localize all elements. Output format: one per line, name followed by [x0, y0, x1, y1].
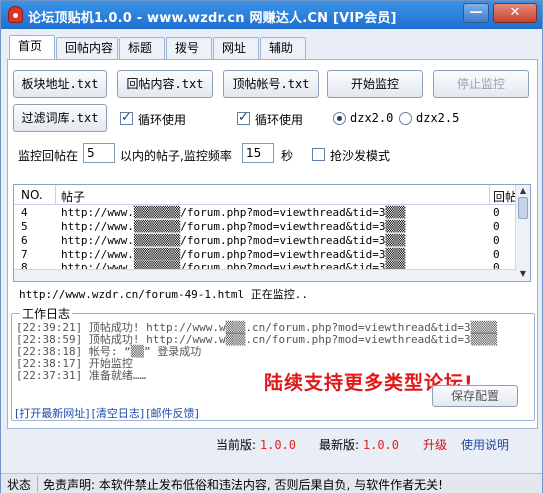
col-reply-header[interactable]: 回帖: [493, 188, 517, 205]
table-row[interactable]: 6 http://www.▒▒▒▒▒▒▒/forum.php?mod=viewt…: [14, 234, 517, 248]
row-no: 6: [21, 234, 28, 247]
table-header: NO. 帖子 回帖: [14, 185, 517, 205]
row-reply: 0: [493, 234, 500, 247]
log-line: [22:37:31] 准备就绪……: [16, 369, 147, 382]
loop-use-checkbox-2[interactable]: [237, 110, 250, 125]
tab-url[interactable]: 网址: [213, 37, 259, 60]
save-config-button[interactable]: 保存配置: [432, 385, 518, 407]
row-no: 4: [21, 206, 28, 219]
latest-version-label: 最新版:: [319, 438, 360, 452]
table-row[interactable]: 5 http://www.▒▒▒▒▒▒▒/forum.php?mod=viewt…: [14, 220, 517, 234]
row-reply: 0: [493, 206, 500, 219]
scroll-up-icon[interactable]: ▲: [518, 186, 528, 196]
clear-log-link[interactable]: [清空日志]: [92, 407, 145, 420]
sofa-mode-checkbox[interactable]: [312, 148, 325, 161]
current-version: 当前版: 1.0.0: [216, 436, 296, 453]
log-links: [打开最新网址] [清空日志] [邮件反馈]: [15, 405, 201, 421]
latest-version: 最新版: 1.0.0: [319, 436, 399, 453]
loop-use-checkbox-1[interactable]: [120, 110, 133, 125]
window-title: 论坛顶贴机1.0.0 - www.wzdr.cn 网赚达人.CN [VIP会员]: [28, 11, 397, 26]
dzx20-label: dzx2.0: [350, 111, 394, 125]
title-bar[interactable]: 论坛顶贴机1.0.0 - www.wzdr.cn 网赚达人.CN [VIP会员]…: [1, 1, 542, 29]
log-line: [22:38:59] 顶帖成功! http://www.w▒▒▒.cn/foru…: [16, 333, 498, 346]
row-no: 5: [21, 220, 28, 233]
dzx25-label: dzx2.5: [416, 111, 460, 125]
tab-assist[interactable]: 辅助: [260, 37, 306, 60]
minimize-button[interactable]: —: [463, 3, 489, 23]
sofa-mode-label: 抢沙发模式: [330, 149, 391, 163]
upgrade-link[interactable]: 升级: [423, 436, 447, 453]
current-version-value: 1.0.0: [259, 438, 296, 452]
tab-home[interactable]: 首页: [9, 35, 55, 61]
top-account-button[interactable]: 顶帖帐号.txt: [223, 70, 319, 98]
log-line: [22:38:17] 开始监控: [16, 357, 133, 370]
log-line: [22:38:18] 帐号: “▒▒” 登录成功: [16, 345, 202, 358]
row-url: http://www.▒▒▒▒▒▒▒/forum.php?mod=viewthr…: [61, 248, 406, 261]
close-button[interactable]: ✕: [493, 3, 537, 23]
monitor-count-input[interactable]: 5: [83, 143, 115, 163]
row-reply: 0: [493, 220, 500, 233]
work-log-box[interactable]: [22:39:21] 顶帖成功! http://www.w▒▒▒.cn/foru…: [16, 320, 530, 408]
row-url: http://www.▒▒▒▒▒▒▒/forum.php?mod=viewthr…: [61, 220, 406, 233]
disclaimer-text: 免责声明: 本软件禁止发布低俗和违法内容, 否则后果自负, 与软件作者无关!: [43, 478, 443, 492]
loop-use-label-1: 循环使用: [138, 113, 187, 127]
app-logo-icon: [8, 6, 23, 23]
open-latest-url-link[interactable]: [打开最新网址]: [15, 407, 90, 420]
post-table: NO. 帖子 回帖 4 http://www.▒▒▒▒▒▒▒/forum.php…: [13, 184, 531, 282]
status-label: 状态: [7, 478, 32, 492]
current-version-label: 当前版:: [216, 438, 257, 452]
monitor-frequency-input[interactable]: 15: [242, 143, 274, 163]
board-address-button[interactable]: 板块地址.txt: [13, 70, 107, 98]
dzx20-radio[interactable]: [333, 112, 346, 125]
app-window: 论坛顶贴机1.0.0 - www.wzdr.cn 网赚达人.CN [VIP会员]…: [0, 0, 543, 493]
frequency-unit-label: 秒: [281, 149, 294, 163]
scroll-thumb[interactable]: [518, 197, 528, 219]
row-url: http://www.▒▒▒▒▒▒▒/forum.php?mod=viewthr…: [61, 206, 406, 219]
table-row[interactable]: 7 http://www.▒▒▒▒▒▒▒/forum.php?mod=viewt…: [14, 248, 517, 262]
latest-version-value: 1.0.0: [362, 438, 399, 452]
monitor-mid-label: 以内的帖子,监控频率: [120, 149, 232, 163]
row-url: http://www.▒▒▒▒▒▒▒/forum.php?mod=viewthr…: [61, 234, 406, 247]
tab-dial[interactable]: 拨号: [166, 37, 212, 60]
loop-use-label-2: 循环使用: [255, 113, 304, 127]
filter-words-button[interactable]: 过滤词库.txt: [13, 104, 107, 132]
monitor-status-line: http://www.wzdr.cn/forum-49-1.html 正在监控.…: [19, 288, 309, 301]
dzx25-radio[interactable]: [399, 112, 412, 125]
table-row[interactable]: 4 http://www.▒▒▒▒▒▒▒/forum.php?mod=viewt…: [14, 206, 517, 220]
table-horizontal-scrollbar[interactable]: [14, 269, 517, 281]
reply-content-button[interactable]: 回帖内容.txt: [117, 70, 213, 98]
col-post-header[interactable]: 帖子: [61, 188, 85, 205]
manual-link[interactable]: 使用说明: [461, 436, 509, 453]
stop-monitor-button[interactable]: 停止监控: [433, 70, 529, 98]
scroll-down-icon[interactable]: ▼: [518, 269, 528, 279]
mail-feedback-link[interactable]: [邮件反馈]: [146, 407, 199, 420]
start-monitor-button[interactable]: 开始监控: [327, 70, 423, 98]
col-no-header[interactable]: NO.: [21, 188, 43, 202]
row-no: 7: [21, 248, 28, 261]
table-vertical-scrollbar[interactable]: ▲ ▼: [515, 185, 530, 281]
status-bar: 状态 免责声明: 本软件禁止发布低俗和违法内容, 否则后果自负, 与软件作者无关…: [1, 473, 542, 493]
tab-title[interactable]: 标题: [119, 37, 165, 60]
tab-reply-content[interactable]: 回帖内容: [56, 37, 118, 60]
log-line: [22:39:21] 顶帖成功! http://www.w▒▒▒.cn/foru…: [16, 321, 498, 334]
monitor-prefix-label: 监控回帖在: [18, 149, 79, 163]
row-reply: 0: [493, 248, 500, 261]
